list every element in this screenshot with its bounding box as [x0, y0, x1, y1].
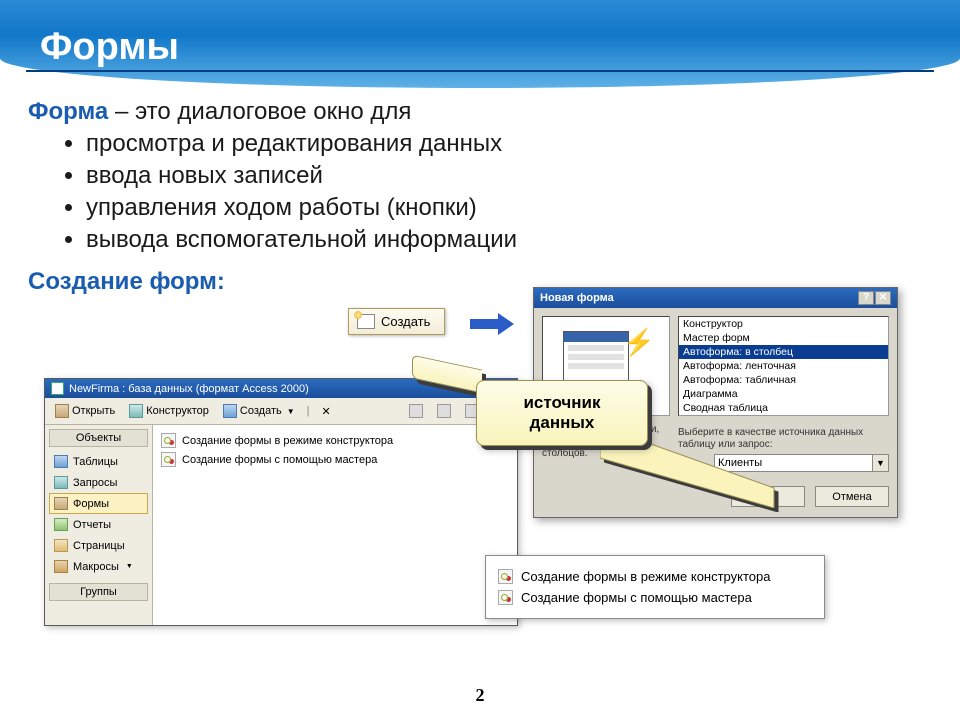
wizard-icon [498, 569, 513, 584]
view-large-button[interactable] [403, 401, 429, 421]
sidebar-item-reports[interactable]: Отчеты [49, 514, 148, 535]
list-item[interactable]: Диаграмма [679, 387, 888, 401]
wizard-icon [161, 452, 176, 467]
sidebar-item-macros[interactable]: Макросы▼ [49, 556, 148, 577]
callout-line: данных [530, 413, 595, 433]
sidebar-item-queries[interactable]: Запросы [49, 472, 148, 493]
bullet-item: управления ходом работы (кнопки) [86, 192, 517, 224]
list-item[interactable]: Создание формы с помощью мастера [161, 450, 509, 469]
wizard-icon [161, 433, 176, 448]
form-icon [54, 497, 68, 510]
delete-button[interactable]: ✕ [316, 402, 337, 421]
list-item[interactable]: Создание формы в режиме конструктора [498, 566, 812, 587]
design-button[interactable]: Конструктор [123, 401, 215, 421]
chevron-down-icon[interactable]: ▼ [873, 454, 889, 472]
list-item[interactable]: Создание формы с помощью мастера [498, 587, 812, 608]
page-icon [54, 539, 68, 552]
chevron-down-icon: ▼ [287, 407, 295, 416]
divider [26, 70, 934, 72]
popup-panel: Создание формы в режиме конструктора Соз… [485, 555, 825, 619]
bullet-item: вывода вспомогательной информации [86, 224, 517, 256]
bullet-item: ввода новых записей [86, 160, 517, 192]
sidebar-item-forms[interactable]: Формы [49, 493, 148, 514]
list-item[interactable]: Автоформа: ленточная [679, 359, 888, 373]
body-text: Форма – это диалоговое окно для просмотр… [28, 96, 517, 298]
page-number: 2 [0, 685, 960, 706]
bullet-list: просмотра и редактирования данных ввода … [86, 128, 517, 256]
macro-icon [54, 560, 68, 573]
table-icon [54, 455, 68, 468]
db-title-text: NewFirma : база данных (формат Access 20… [69, 383, 309, 395]
dialog-title: Новая форма [540, 292, 614, 304]
list-item[interactable]: Сводная таблица [679, 401, 888, 415]
db-icon [51, 382, 64, 395]
form-type-list[interactable]: Конструктор Мастер форм Автоформа: в сто… [678, 316, 889, 416]
term: Форма [28, 98, 108, 125]
query-icon [54, 476, 68, 489]
dialog-titlebar[interactable]: Новая форма ? ✕ [534, 288, 897, 308]
close-button[interactable]: ✕ [875, 291, 891, 305]
arrow-icon [470, 315, 514, 333]
new-icon [223, 404, 237, 418]
groups-header: Группы [49, 583, 148, 601]
page-title: Формы [40, 26, 179, 69]
lightning-icon: ⚡ [623, 327, 655, 358]
new-doc-icon [357, 314, 375, 329]
list-item[interactable]: Конструктор [679, 317, 888, 331]
list-item[interactable]: Автоформа: табличная [679, 373, 888, 387]
bullet-item: просмотра и редактирования данных [86, 128, 517, 160]
objects-header: Объекты [49, 429, 148, 447]
list-item[interactable]: Создание формы в режиме конструктора [161, 431, 509, 450]
sidebar-item-tables[interactable]: Таблицы [49, 451, 148, 472]
cancel-button[interactable]: Отмена [815, 486, 889, 507]
design-icon [129, 404, 143, 418]
wizard-icon [498, 590, 513, 605]
subhead: Создание форм: [28, 266, 517, 298]
database-window: NewFirma : база данных (формат Access 20… [44, 378, 518, 626]
help-button[interactable]: ? [858, 291, 874, 305]
open-button[interactable]: Открыть [49, 401, 121, 421]
create-button[interactable]: Создать [348, 308, 445, 335]
delete-icon: ✕ [322, 405, 331, 418]
view-icon [437, 404, 451, 418]
report-icon [54, 518, 68, 531]
callout-line: источник [523, 393, 600, 413]
create-button-label: Создать [381, 314, 430, 329]
view-small-button[interactable] [431, 401, 457, 421]
view-icon [409, 404, 423, 418]
def-rest: – это диалоговое окно для [108, 98, 411, 125]
chevron-down-icon: ▼ [126, 563, 133, 570]
new-button[interactable]: Создать▼ [217, 401, 301, 421]
objects-panel: Объекты Таблицы Запросы Формы Отчеты Стр… [45, 425, 153, 625]
callout-pointer [600, 438, 780, 513]
list-item[interactable]: Автоформа: в столбец [679, 345, 888, 359]
callout: источник данных [476, 380, 648, 446]
db-toolbar: Открыть Конструктор Создать▼ | ✕ [45, 398, 517, 425]
sidebar-item-pages[interactable]: Страницы [49, 535, 148, 556]
object-list: Создание формы в режиме конструктора Соз… [153, 425, 517, 625]
list-item[interactable]: Мастер форм [679, 331, 888, 345]
open-icon [55, 404, 69, 418]
